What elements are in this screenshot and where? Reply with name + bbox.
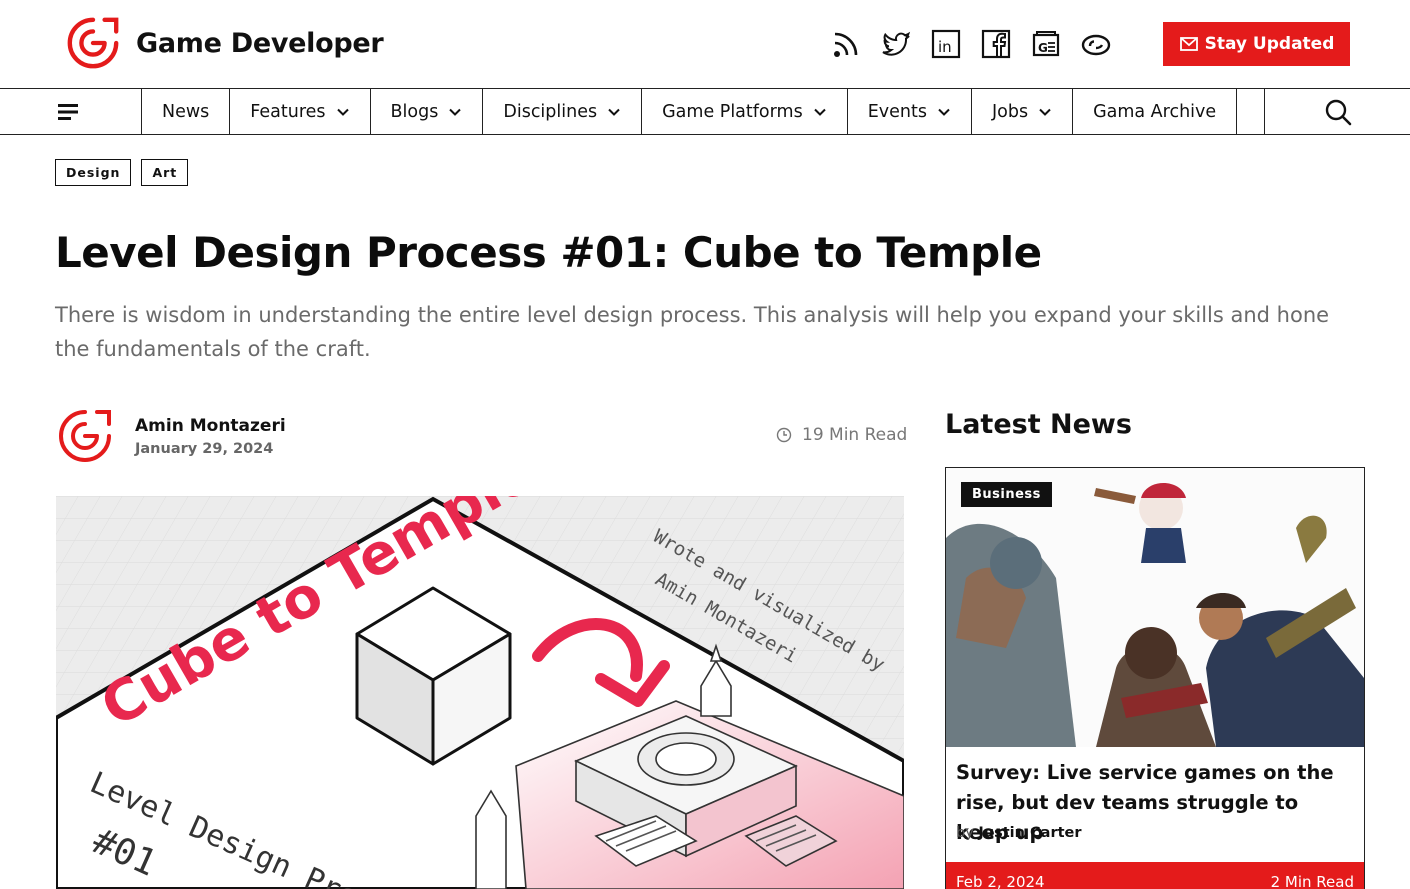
chevron-down-icon xyxy=(608,108,620,116)
tag-art[interactable]: Art xyxy=(141,159,189,186)
nav-item-jobs[interactable]: Jobs xyxy=(972,89,1074,134)
article-hero-image: Cube to Temple Wrote and visualized by A… xyxy=(56,496,904,889)
nav-item-features[interactable]: Features xyxy=(230,89,371,134)
nav-item-events[interactable]: Events xyxy=(848,89,972,134)
site-header: Game Developer in G Stay Updated xyxy=(0,0,1410,88)
mail-icon xyxy=(1179,37,1198,51)
stay-updated-label: Stay Updated xyxy=(1204,34,1335,54)
clock-icon xyxy=(776,427,792,443)
menu-button[interactable] xyxy=(0,89,142,134)
chevron-down-icon xyxy=(1039,108,1051,116)
main-nav: News Features Blogs Disciplines Game Pla… xyxy=(0,88,1410,135)
news-date: Feb 2, 2024 xyxy=(956,873,1045,889)
flipboard-icon[interactable] xyxy=(1079,26,1113,62)
facebook-icon[interactable] xyxy=(979,26,1013,62)
author-name[interactable]: Amin Montazeri xyxy=(135,416,286,436)
chevron-down-icon xyxy=(449,108,462,116)
search-button[interactable] xyxy=(1264,89,1410,134)
site-name: Game Developer xyxy=(136,27,384,59)
rss-icon[interactable] xyxy=(829,26,863,62)
svg-text:in: in xyxy=(938,38,952,56)
article-title: Level Design Process #01: Cube to Temple xyxy=(55,228,1042,277)
article-tags: Design Art xyxy=(55,159,198,186)
social-links: in G xyxy=(829,26,1129,62)
twitter-icon[interactable] xyxy=(879,26,913,62)
news-read-time: 2 Min Read xyxy=(1270,873,1354,889)
nav-item-blogs[interactable]: Blogs xyxy=(371,89,484,134)
latest-news-heading: Latest News xyxy=(945,409,1132,440)
nav-item-gama-archive[interactable]: Gama Archive xyxy=(1073,89,1238,134)
author-avatar[interactable] xyxy=(55,406,115,466)
news-author[interactable]: Justin Carter xyxy=(978,825,1081,841)
news-card-footer: Feb 2, 2024 2 Min Read xyxy=(946,862,1364,889)
game-developer-logo-icon xyxy=(67,17,119,69)
news-by-label: by xyxy=(956,825,974,841)
article-subtitle: There is wisdom in understanding the ent… xyxy=(55,303,1330,361)
nav-item-disciplines[interactable]: Disciplines xyxy=(483,89,643,134)
svg-text:G: G xyxy=(1038,41,1048,55)
nav-item-news[interactable]: News xyxy=(142,89,231,134)
nav-item-game-platforms[interactable]: Game Platforms xyxy=(642,89,848,134)
linkedin-icon[interactable]: in xyxy=(929,26,963,62)
chevron-down-icon xyxy=(336,108,349,116)
news-card[interactable]: Business Survey: Live service games on t… xyxy=(945,467,1365,889)
news-card-image: Business xyxy=(946,468,1364,747)
google-news-icon[interactable]: G xyxy=(1029,26,1063,62)
read-time-label: 19 Min Read xyxy=(802,425,908,445)
read-time: 19 Min Read xyxy=(776,425,907,445)
search-icon xyxy=(1325,99,1352,125)
chevron-down-icon xyxy=(938,108,950,116)
news-byline: by Justin Carter xyxy=(956,825,1082,841)
tag-design[interactable]: Design xyxy=(55,159,132,186)
publish-date: January 29, 2024 xyxy=(135,441,274,457)
news-category-badge[interactable]: Business xyxy=(961,482,1052,507)
stay-updated-button[interactable]: Stay Updated xyxy=(1163,22,1350,66)
hamburger-menu-icon xyxy=(58,103,78,120)
chevron-down-icon xyxy=(813,108,826,116)
site-logo[interactable]: Game Developer xyxy=(64,14,384,72)
